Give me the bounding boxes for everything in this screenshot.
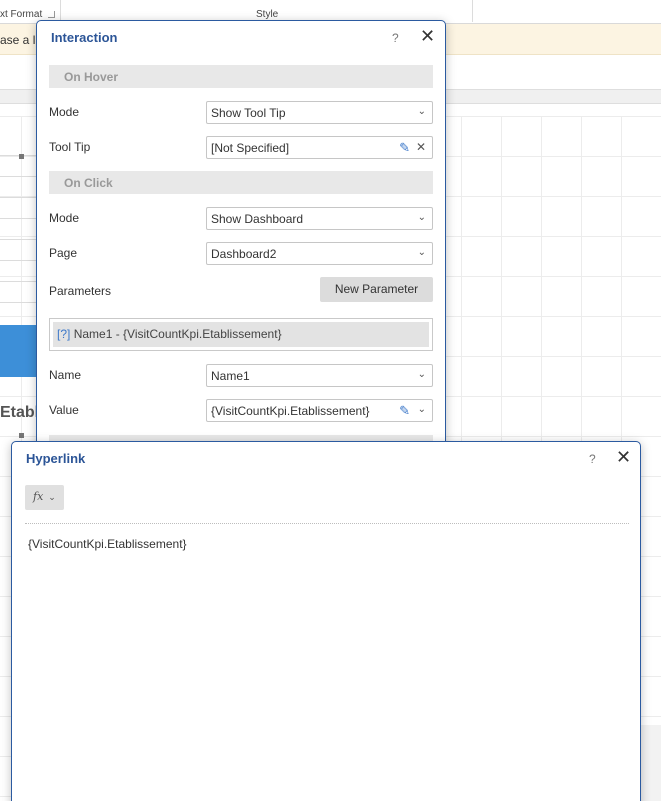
on-hover-section-header[interactable]: On Hover [49, 65, 433, 88]
value-field[interactable]: {VisitCountKpi.Etablissement} ✎ ⌄ [206, 399, 433, 422]
pencil-icon[interactable]: ✎ [399, 140, 410, 156]
value-value: {VisitCountKpi.Etablissement} [211, 404, 370, 418]
dialog-title: Interaction [51, 30, 118, 45]
hyperlink-dialog: Hyperlink ? ✕ fx ⌄ {VisitCountKpi.Etablis… [11, 441, 641, 801]
parameters-label: Parameters [49, 284, 112, 298]
parameter-item-text: Name1 - {VisitCountKpi.Etablissement} [73, 327, 282, 341]
style-group-label: Style [256, 9, 279, 20]
on-click-section-header[interactable]: On Click [49, 171, 433, 194]
value-label: Value [49, 403, 79, 417]
table-widget-rows [0, 155, 36, 315]
name-value: Name1 [211, 369, 250, 383]
click-mode-value: Show Dashboard [211, 212, 304, 226]
text-format-group-label: xt Format [0, 9, 43, 20]
name-select[interactable]: Name1 ⌄ [206, 364, 433, 387]
chevron-down-icon: ⌄ [417, 106, 426, 117]
fx-icon: fx [33, 490, 44, 503]
click-mode-select[interactable]: Show Dashboard ⌄ [206, 207, 433, 230]
pencil-icon[interactable]: ✎ [399, 403, 410, 419]
hyperlink-expression-text: {VisitCountKpi.Etablissement} [28, 537, 187, 551]
close-icon[interactable]: ✕ [420, 27, 435, 45]
tooltip-field[interactable]: [Not Specified] ✎ ✕ [206, 136, 433, 159]
parameter-list-item[interactable]: [?] Name1 - {VisitCountKpi.Etablissement… [49, 318, 433, 351]
canvas-footer-band [640, 725, 661, 801]
clear-icon[interactable]: ✕ [416, 140, 426, 154]
tooltip-value: [Not Specified] [211, 141, 290, 155]
tooltip-label: Tool Tip [49, 140, 91, 154]
interaction-dialog: Interaction ? ✕ On Hover Mode Show Tool … [36, 20, 446, 450]
help-icon[interactable]: ? [392, 31, 399, 45]
chevron-down-icon: ⌄ [417, 369, 426, 380]
resize-handle[interactable] [19, 433, 24, 438]
page-label: Page [49, 246, 78, 260]
ribbon-separator [472, 0, 473, 22]
resize-handle[interactable] [19, 154, 24, 159]
hover-mode-select[interactable]: Show Tool Tip ⌄ [206, 101, 433, 124]
close-icon[interactable]: ✕ [616, 448, 631, 466]
help-icon[interactable]: ? [589, 452, 596, 466]
chevron-down-icon: ⌄ [417, 247, 426, 258]
name-label: Name [49, 368, 82, 382]
page-select[interactable]: Dashboard2 ⌄ [206, 242, 433, 265]
editor-divider [25, 523, 629, 524]
parameter-marker: [?] [57, 327, 71, 341]
function-menu-button[interactable]: fx ⌄ [25, 485, 64, 510]
hover-mode-label: Mode [49, 105, 80, 119]
chevron-down-icon: ⌄ [48, 492, 56, 502]
page-value: Dashboard2 [211, 247, 277, 261]
new-parameter-button[interactable]: New Parameter [320, 277, 433, 302]
parameter-item-body: [?] Name1 - {VisitCountKpi.Etablissement… [53, 322, 429, 347]
chevron-down-icon: ⌄ [417, 212, 426, 223]
dialog-launcher-icon[interactable] [48, 11, 55, 18]
chevron-down-icon: ⌄ [417, 404, 426, 415]
blue-widget[interactable] [0, 325, 36, 377]
hyperlink-expression-editor[interactable]: {VisitCountKpi.Etablissement} [25, 528, 629, 798]
ribbon-separator [60, 0, 61, 22]
hover-mode-value: Show Tool Tip [211, 106, 286, 120]
dialog-title: Hyperlink [26, 451, 86, 466]
click-mode-label: Mode [49, 211, 80, 225]
